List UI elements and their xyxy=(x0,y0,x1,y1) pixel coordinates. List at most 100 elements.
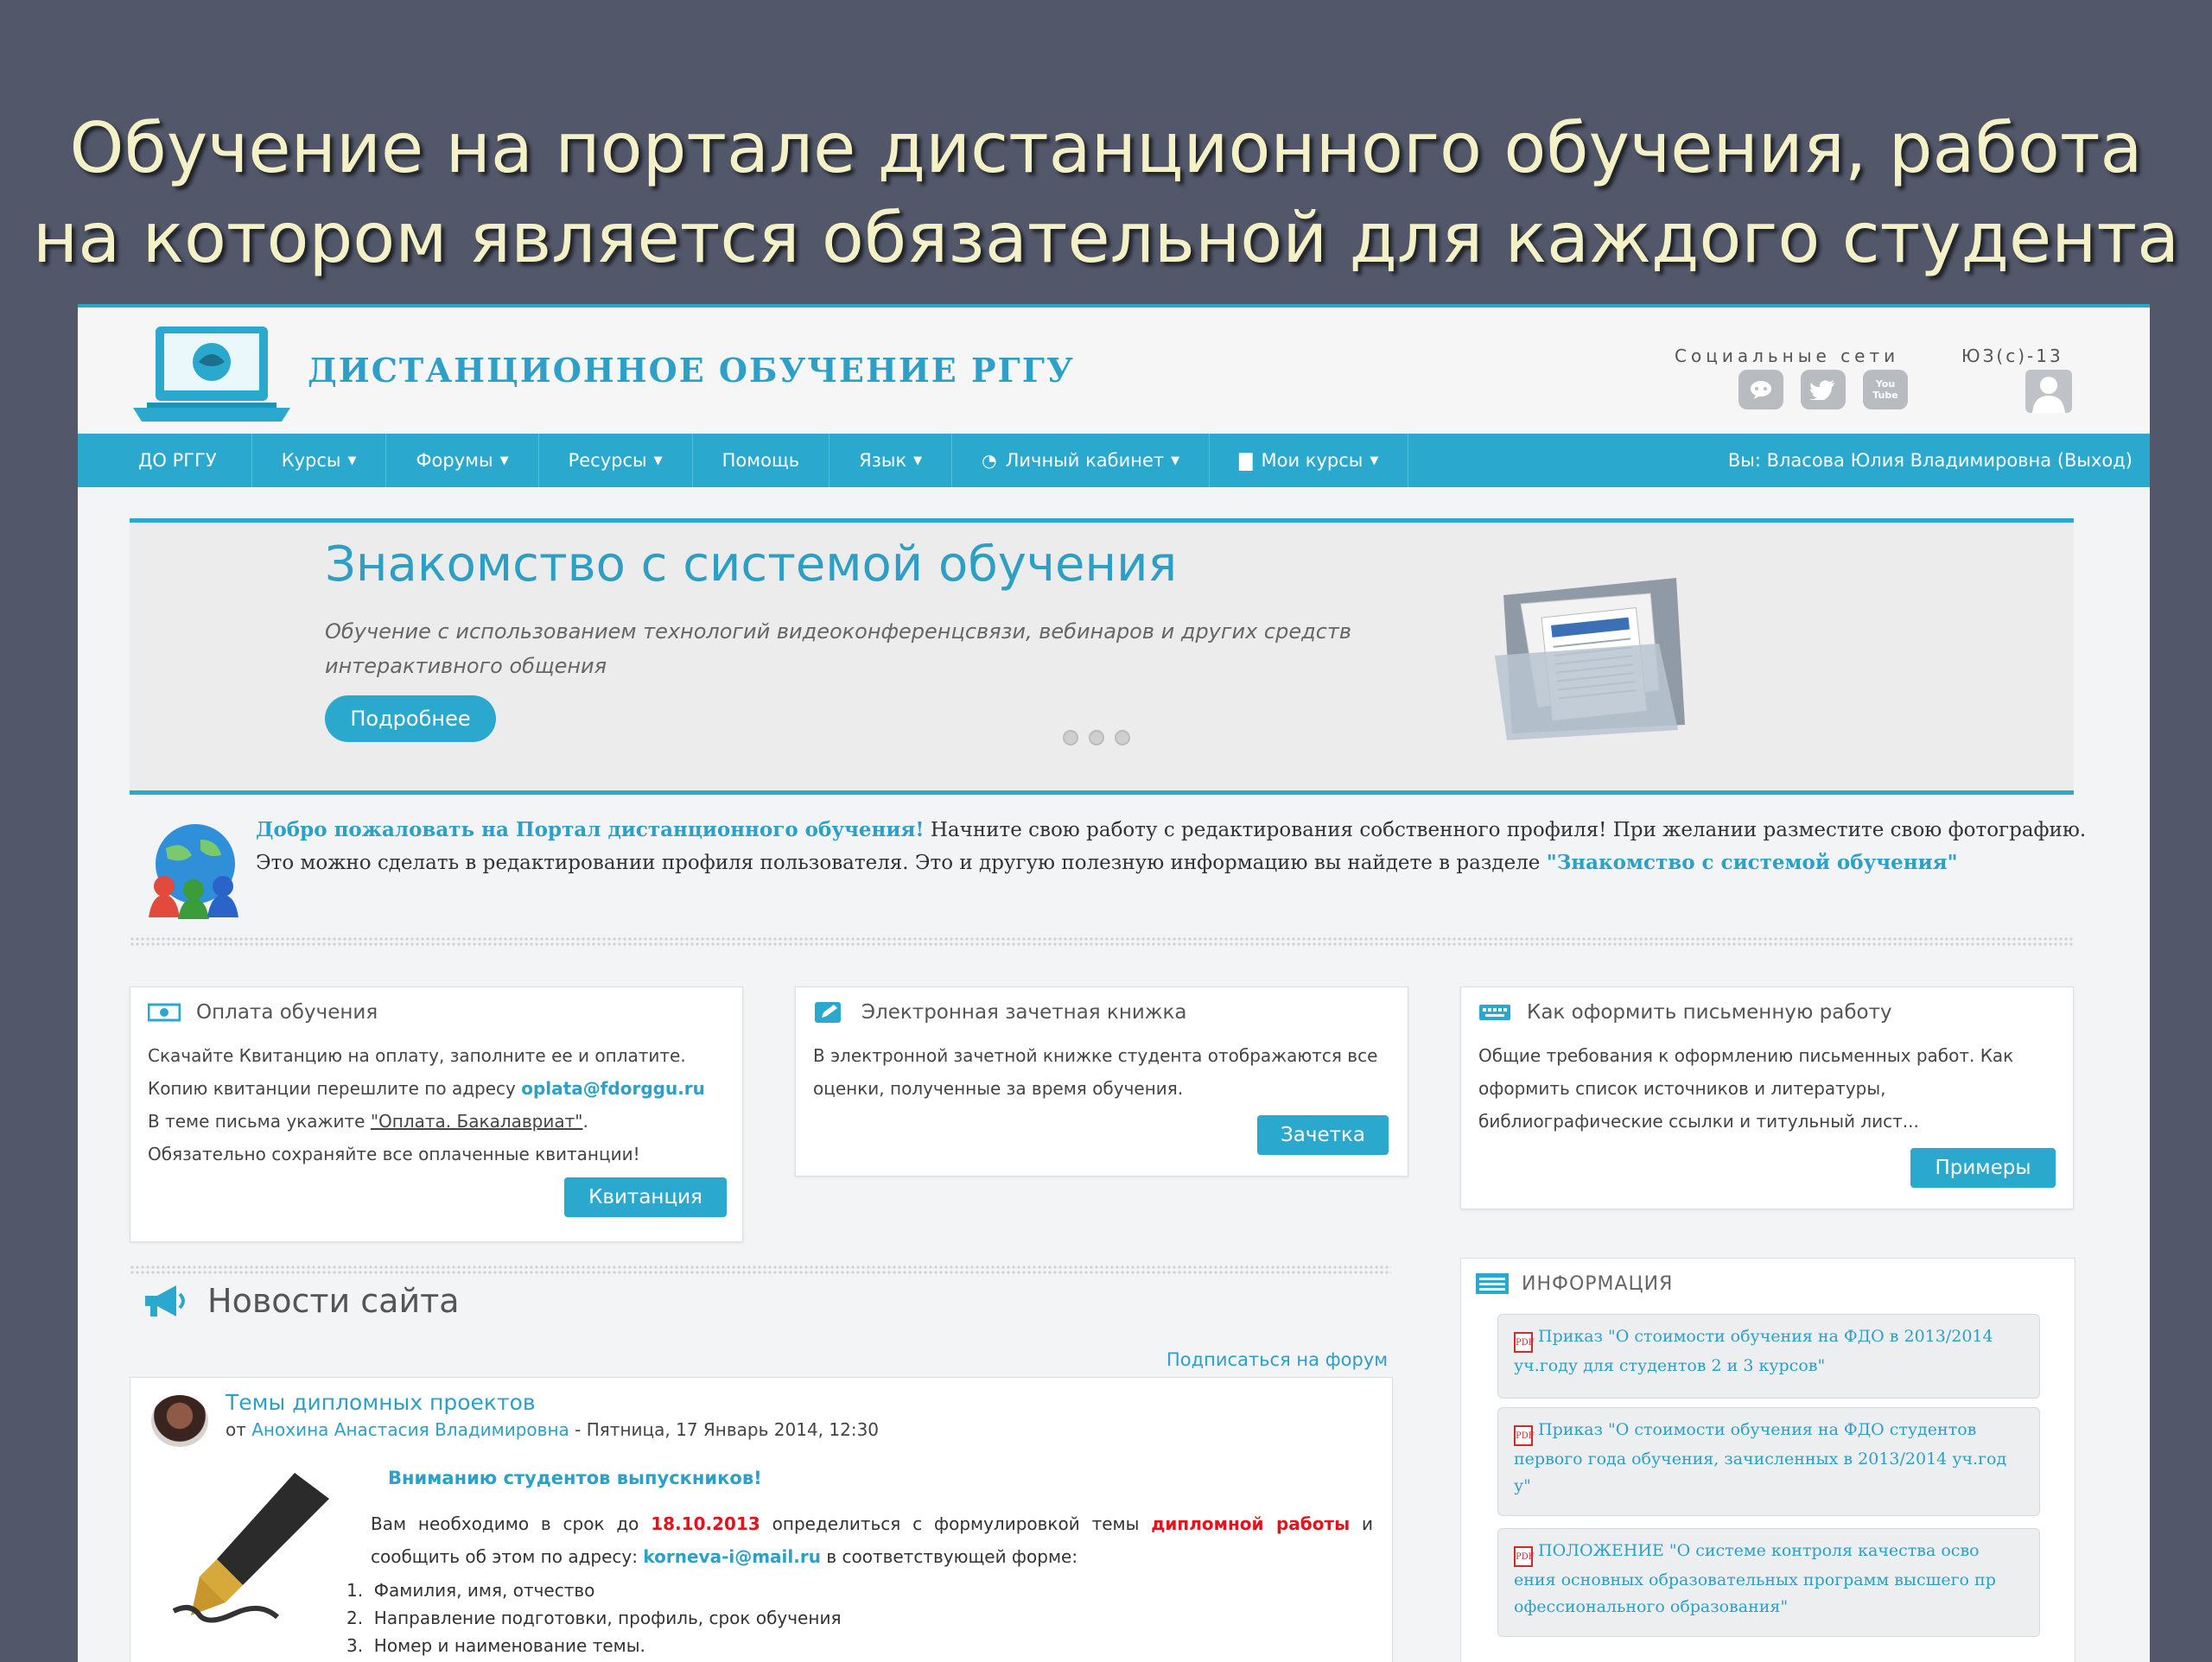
nav-cabinet[interactable]: ◔ Личный кабинет ▼ xyxy=(952,434,1211,487)
nav-resources[interactable]: Ресурсы ▼ xyxy=(539,434,693,487)
folder-icon xyxy=(1495,578,1685,740)
info-block: ИНФОРМАЦИЯ PDF Приказ "О стоимости обучен… xyxy=(1460,1258,2075,1662)
nav-my-courses-label: Мои курсы xyxy=(1261,450,1363,471)
chevron-down-icon: ▼ xyxy=(913,454,923,467)
site-name[interactable]: ДИСТАНЦИОННОЕ ОБУЧЕНИЕ РГГУ xyxy=(308,351,1075,390)
payment-line-4: Обязательно сохраняйте все оплаченные кв… xyxy=(148,1144,640,1164)
intro-carousel: Знакомство с системой обучения Обучение … xyxy=(130,518,2074,795)
list-item-text: Фамилия, имя, отчество xyxy=(373,1580,595,1601)
carousel-dots xyxy=(1063,730,1130,745)
post-title[interactable]: Темы дипломных проектов xyxy=(226,1390,536,1415)
carousel-dot[interactable] xyxy=(1115,730,1130,745)
post-email-link[interactable]: korneva-i@mail.ru xyxy=(643,1546,821,1567)
post-author-link[interactable]: Анохина Анастасия Владимировна xyxy=(251,1419,569,1440)
chevron-down-icon: ▼ xyxy=(347,454,357,467)
payment-subject: "Оплата. Бакалавриат" xyxy=(370,1111,583,1132)
payment-email-link[interactable]: oplata@fdorggu.ru xyxy=(521,1078,705,1099)
main-navbar: ДО РГГУ Курсы ▼ Форумы ▼ Ресурсы ▼ Помощь Я… xyxy=(78,434,2150,487)
post-body-1: Вам необходимо в срок до xyxy=(371,1513,652,1534)
intro-section-link[interactable]: "Знакомство с системой обучения" xyxy=(1547,851,1958,874)
receipt-button[interactable]: Квитанция xyxy=(564,1177,727,1217)
nav-help[interactable]: Помощь xyxy=(693,434,830,487)
site-header: ДИСТАНЦИОННОЕ ОБУЧЕНИЕ РГГУ Социальные с… xyxy=(78,308,2150,434)
carousel-text: Обучение с использованием технологий вид… xyxy=(325,619,1352,678)
nav-home-label: ДО РГГУ xyxy=(138,450,217,471)
gradebook-card-text: В электронной зачетной книжке студента о… xyxy=(813,1039,1377,1105)
written-work-card-title: Как оформить письменную работу xyxy=(1478,1001,1892,1024)
payment-line-2-text: Копию квитанции перешлите по адресу xyxy=(148,1078,522,1099)
list-item: 1. Фамилия, имя, отчество xyxy=(346,1580,595,1601)
list-item: 2. Направление подготовки, профиль, срок… xyxy=(346,1608,842,1628)
payment-line-1: Скачайте Квитанцию на оплату, заполните … xyxy=(148,1045,686,1066)
user-avatar[interactable] xyxy=(2025,370,2072,413)
gradebook-line-2: оценки, полученные за время обучения. xyxy=(813,1078,1184,1099)
nav-language[interactable]: Язык ▼ xyxy=(830,434,953,487)
keyboard-icon xyxy=(1479,1005,1510,1020)
laptop-logo-icon[interactable] xyxy=(130,323,294,425)
list-item-text: Номер и наименование темы. xyxy=(373,1635,645,1656)
carousel-dot[interactable] xyxy=(1063,730,1078,745)
info-item[interactable]: PDF Приказ "О стоимости обучения на ФДО с… xyxy=(1497,1407,2040,1516)
post-deadline: 18.10.2013 xyxy=(651,1513,760,1534)
social-icons: You Tube xyxy=(1738,370,1908,409)
chevron-down-icon: ▼ xyxy=(653,454,663,467)
written-line-3: библиографические ссылки и титульный лис… xyxy=(1478,1111,1919,1132)
author-avatar[interactable] xyxy=(151,1395,208,1447)
payment-card: Оплата обучения Скачайте Квитанцию на оп… xyxy=(130,986,743,1242)
pdf-icon: PDF xyxy=(1514,1425,1535,1446)
chevron-down-icon: ▼ xyxy=(1370,454,1379,467)
post-date: - Пятница, 17 Январь 2014, 12:30 xyxy=(569,1419,880,1440)
info-item[interactable]: PDF Приказ "О стоимости обучения на ФДО в… xyxy=(1497,1314,2040,1399)
chevron-down-icon: ▼ xyxy=(1171,454,1180,467)
gradebook-line-1: В электронной зачетной книжке студента о… xyxy=(813,1045,1378,1066)
news-title-label: Новости сайта xyxy=(207,1282,460,1320)
info-title-label: ИНФОРМАЦИЯ xyxy=(1522,1272,1674,1295)
nav-forums[interactable]: Форумы ▼ xyxy=(386,434,539,487)
twitter-icon[interactable] xyxy=(1801,370,1846,409)
nav-forums-label: Форумы xyxy=(416,450,493,471)
separator xyxy=(130,1265,1391,1275)
list-icon xyxy=(1476,1273,1509,1294)
examples-button[interactable]: Примеры xyxy=(1910,1148,2056,1188)
subscribe-forum-link[interactable]: Подписаться на форум xyxy=(1166,1349,1388,1370)
written-work-card-text: Общие требования к оформлению письменных… xyxy=(1478,1039,2013,1138)
globe-people-icon xyxy=(149,824,238,919)
nav-language-label: Язык xyxy=(859,450,907,471)
edit-icon xyxy=(815,1002,841,1023)
more-button[interactable]: Подробнее xyxy=(325,695,496,742)
nav-home[interactable]: ДО РГГУ xyxy=(78,434,252,487)
nav-user-logout[interactable]: Вы: Власова Юлия Владимировна (Выход) xyxy=(1728,434,2133,487)
carousel-dot[interactable] xyxy=(1089,730,1104,745)
payment-card-text: Скачайте Квитанцию на оплату, заполните … xyxy=(148,1039,705,1170)
welcome-bold: Добро пожаловать на Портал дистанционног… xyxy=(256,818,925,841)
list-item: 3. Номер и наименование темы. xyxy=(346,1635,645,1656)
youtube-icon[interactable]: You Tube xyxy=(1863,370,1908,409)
nav-my-courses[interactable]: ▇ Мои курсы ▼ xyxy=(1210,434,1409,487)
payment-card-title: Оплата обучения xyxy=(148,1001,378,1024)
post-list: 1. Фамилия, имя, отчество 2. Направление… xyxy=(346,1576,841,1659)
slide-title-line-2: на котором является обязательной для каж… xyxy=(32,198,2180,278)
payment-line-3-text: В теме письма укажите xyxy=(148,1111,371,1132)
nav-courses-label: Курсы xyxy=(281,450,341,471)
post-alert: Вниманию студентов выпускников! xyxy=(388,1468,762,1488)
chat-icon[interactable] xyxy=(1738,370,1783,409)
welcome-text: Добро пожаловать на Портал дистанционног… xyxy=(256,814,2096,879)
megaphone-icon xyxy=(145,1285,185,1316)
carousel-title: Знакомство с системой обучения xyxy=(325,536,1178,593)
written-work-title-label: Как оформить письменную работу xyxy=(1527,1001,1892,1024)
info-item-text: Приказ "О стоимости обучения на ФДО в 20… xyxy=(1514,1327,1993,1375)
payment-line-3: В теме письма укажите "Оплата. Бакалаври… xyxy=(148,1105,705,1138)
post-body-4: в соответствующей форме: xyxy=(820,1546,1078,1567)
user-group-code: ЮЗ(с)-13 xyxy=(1961,346,2063,366)
nav-courses[interactable]: Курсы ▼ xyxy=(252,434,387,487)
news-heading: Новости сайта xyxy=(142,1282,460,1320)
portal-screenshot: ДИСТАНЦИОННОЕ ОБУЧЕНИЕ РГГУ Социальные с… xyxy=(78,304,2150,1662)
slide-title: Обучение на портале дистанционного обуче… xyxy=(0,104,2212,283)
social-networks-label: Социальные сети xyxy=(1675,346,1900,366)
gradebook-button[interactable]: Зачетка xyxy=(1257,1115,1389,1155)
written-work-card: Как оформить письменную работу Общие тре… xyxy=(1460,986,2074,1209)
info-item[interactable]: PDF ПОЛОЖЕНИЕ "О системе контроля качеств… xyxy=(1497,1528,2040,1637)
list-item-text: Направление подготовки, профиль, срок об… xyxy=(373,1608,842,1628)
post-body-2: определиться с формулировкой темы xyxy=(760,1513,1152,1534)
nav-resources-label: Ресурсы xyxy=(568,450,647,471)
